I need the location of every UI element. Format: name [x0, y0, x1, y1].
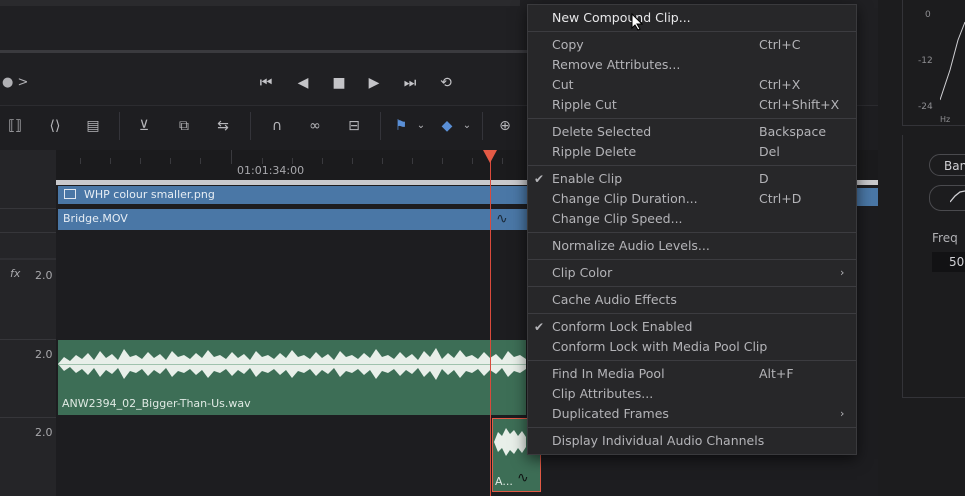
play-icon[interactable]: ▶ — [363, 72, 385, 94]
ruler-tick — [382, 158, 383, 164]
step-back-icon[interactable]: ◀ — [292, 72, 314, 94]
zoom-icon[interactable]: ⊕ — [492, 114, 518, 138]
menu-separator — [528, 232, 856, 233]
menu-separator — [528, 427, 856, 428]
divider-line — [0, 50, 527, 53]
chevron-right-icon: › — [840, 407, 845, 420]
menu-item-enable-clip[interactable]: ✔ Enable Clip D — [528, 169, 856, 189]
menu-item-clip-attributes[interactable]: Clip Attributes... — [528, 384, 856, 404]
menu-separator — [528, 118, 856, 119]
audio-waveform — [494, 428, 526, 456]
clip-name: Bridge.MOV — [63, 212, 128, 225]
ruler-tick — [200, 158, 201, 164]
chevron-down-icon[interactable]: ⌄ — [454, 114, 480, 138]
menu-item-delete-selected[interactable]: Delete Selected Backspace — [528, 122, 856, 142]
overwrite-clip-icon[interactable]: ⧉ — [171, 114, 197, 138]
ruler-tick — [231, 150, 232, 164]
stop-icon[interactable]: ■ — [328, 72, 350, 94]
checkmark-icon: ✔ — [534, 320, 545, 334]
eq-controls-box — [902, 135, 965, 398]
track-divider — [0, 232, 56, 233]
slip-icon[interactable]: ⟨⟩ — [42, 114, 68, 138]
replace-clip-icon[interactable]: ⇆ — [210, 114, 236, 138]
position-lock-icon[interactable]: ⊟ — [341, 114, 367, 138]
video-clip[interactable]: WHP colour smaller.png — [58, 186, 528, 204]
clip-name: A... — [495, 475, 513, 488]
ruler-tick — [170, 158, 171, 164]
menu-separator — [528, 165, 856, 166]
skip-forward-icon[interactable]: ⏭ — [399, 72, 421, 94]
ruler-tick — [502, 158, 503, 164]
menu-separator — [528, 286, 856, 287]
top-strip — [0, 0, 520, 6]
playhead[interactable] — [490, 150, 491, 496]
nav-glyph[interactable]: ● > — [2, 75, 28, 90]
menu-item-ripple-cut[interactable]: Ripple Cut Ctrl+Shift+X — [528, 95, 856, 115]
ruler-tick — [442, 158, 443, 164]
video-clip[interactable]: Bridge.MOV — [58, 209, 528, 230]
mouse-cursor-icon — [631, 13, 643, 31]
menu-item-clip-color[interactable]: Clip Color › — [528, 263, 856, 283]
menu-item-display-individual-audio-channels[interactable]: Display Individual Audio Channels — [528, 431, 856, 451]
ruler-tick — [80, 158, 81, 164]
timecode-label: 01:01:34:00 — [237, 164, 305, 177]
menu-item-ripple-delete[interactable]: Ripple Delete Del — [528, 142, 856, 162]
fx-label[interactable]: fx — [10, 267, 20, 280]
toolbar-divider — [380, 112, 381, 140]
insert-clip-icon[interactable]: ⊻ — [131, 114, 157, 138]
eq-db-label: 0 — [925, 10, 931, 20]
ruler-tick — [352, 158, 353, 164]
menu-item-cache-audio-effects[interactable]: Cache Audio Effects — [528, 290, 856, 310]
trim-icon[interactable]: ⟦⟧ — [2, 114, 28, 138]
toolbar-divider — [250, 112, 251, 140]
image-clip-icon — [64, 189, 76, 199]
menu-separator — [528, 313, 856, 314]
menu-item-normalize-audio-levels[interactable]: Normalize Audio Levels... — [528, 236, 856, 256]
menu-separator — [528, 31, 856, 32]
clip-name: ANW2394_02_Bigger-Than-Us.wav — [62, 397, 251, 410]
snapping-magnet-icon[interactable]: ∩ — [264, 114, 290, 138]
menu-item-change-clip-duration[interactable]: Change Clip Duration... Ctrl+D — [528, 189, 856, 209]
audio-waveform-icon: ∿ — [496, 211, 508, 227]
eq-curve — [940, 21, 965, 101]
playhead-handle[interactable] — [483, 150, 497, 163]
menu-item-conform-lock-enabled[interactable]: ✔ Conform Lock Enabled — [528, 317, 856, 337]
clip-name: WHP colour smaller.png — [84, 188, 215, 201]
menu-separator — [528, 259, 856, 260]
menu-item-find-in-media-pool[interactable]: Find In Media Pool Alt+F — [528, 364, 856, 384]
menu-item-duplicated-frames[interactable]: Duplicated Frames › — [528, 404, 856, 424]
ruler-tick — [412, 158, 413, 164]
context-menu: New Compound Clip... Copy Ctrl+C Remove A… — [527, 4, 857, 455]
ruler-tick — [472, 158, 473, 164]
audio-channel-label: 2.0 — [35, 269, 53, 282]
toolbar-divider — [119, 112, 120, 140]
ruler-tick — [322, 158, 323, 164]
chevron-right-icon: › — [840, 266, 845, 279]
eq-db-label: -12 — [918, 56, 933, 66]
menu-item-change-clip-speed[interactable]: Change Clip Speed... — [528, 209, 856, 229]
ruler-tick — [110, 158, 111, 164]
eq-db-label: -24 — [918, 102, 933, 112]
menu-item-conform-lock-media-pool[interactable]: Conform Lock with Media Pool Clip — [528, 337, 856, 357]
toolbar-divider — [482, 112, 483, 140]
ruler-tick — [140, 158, 141, 164]
audio-channel-label: 2.0 — [35, 426, 53, 439]
hz-label: Hz — [940, 115, 951, 124]
checkmark-icon: ✔ — [534, 172, 545, 186]
skip-back-icon[interactable]: ⏮ — [255, 72, 277, 94]
track-divider — [0, 208, 56, 209]
menu-item-cut[interactable]: Cut Ctrl+X — [528, 75, 856, 95]
audio-channel-label: 2.0 — [35, 348, 53, 361]
loop-icon[interactable]: ⟲ — [435, 72, 457, 94]
blade-icon[interactable]: ▤ — [80, 114, 106, 138]
chevron-down-icon[interactable]: ⌄ — [408, 114, 434, 138]
menu-item-remove-attributes[interactable]: Remove Attributes... — [528, 55, 856, 75]
link-icon[interactable]: ∞ — [302, 114, 328, 138]
audio-centerline — [58, 364, 526, 365]
track-headers — [0, 150, 56, 496]
menu-separator — [528, 360, 856, 361]
menu-item-copy[interactable]: Copy Ctrl+C — [528, 35, 856, 55]
menu-item-new-compound-clip[interactable]: New Compound Clip... — [528, 8, 856, 28]
audio-waveform-icon: ∿ — [517, 470, 529, 486]
